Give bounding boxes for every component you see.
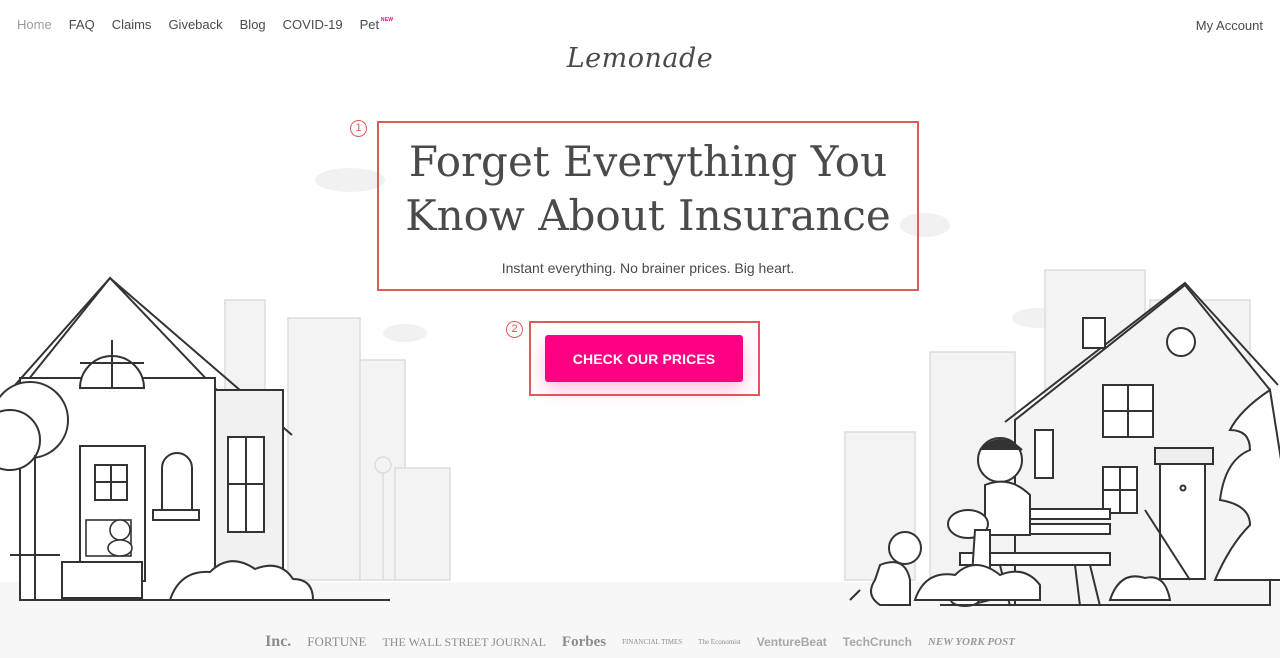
nav-giveback[interactable]: Giveback — [168, 18, 222, 32]
nav-home[interactable]: Home — [17, 18, 52, 32]
press-logo-nypost: NEW YORK POST — [927, 636, 1015, 648]
annotation-marker-1: 1 — [350, 120, 367, 137]
check-our-prices-button[interactable]: CHECK OUR PRICES — [545, 335, 743, 382]
press-logos: Inc. FORTUNE THE WALL STREET JOURNAL For… — [0, 633, 1280, 651]
lemonade-logo[interactable]: Lemonade — [0, 43, 1280, 74]
press-logo-inc: Inc. — [265, 633, 292, 650]
house-illustration — [0, 276, 315, 601]
nav-links: Home FAQ Claims Giveback Blog COVID-19 P… — [17, 17, 396, 32]
nav-pet-label: Pet — [359, 17, 380, 32]
annotation-marker-2: 2 — [506, 321, 523, 338]
press-logo-ft: FINANCIAL TIMES — [622, 637, 683, 646]
press-logo-economist: The Economist — [698, 637, 741, 646]
hero-title: Forget Everything You Know About Insuran… — [379, 135, 917, 243]
new-badge: NEW — [380, 17, 394, 23]
hero-subtitle: Instant everything. No brainer prices. B… — [501, 260, 795, 276]
cat-illustration — [85, 519, 133, 557]
nav-blog[interactable]: Blog — [240, 18, 266, 32]
cta-box: CHECK OUR PRICES — [529, 321, 760, 396]
nav-pet[interactable]: Pet NEW — [359, 17, 393, 32]
press-logo-wsj: THE WALL STREET JOURNAL — [382, 634, 546, 649]
my-account-link[interactable]: My Account — [1196, 18, 1263, 33]
press-logo-forbes: Forbes — [561, 633, 607, 650]
nav-covid[interactable]: COVID-19 — [283, 18, 343, 32]
hero-title-line-2: Know About Insurance — [405, 191, 891, 240]
press-logo-fortune: FORTUNE — [307, 634, 367, 649]
nav-claims[interactable]: Claims — [112, 18, 152, 32]
hero-heading-box: Forget Everything You Know About Insuran… — [377, 121, 919, 291]
press-logo-venturebeat: VentureBeat — [756, 635, 827, 649]
nav-faq[interactable]: FAQ — [69, 18, 95, 32]
press-logo-techcrunch: TechCrunch — [842, 635, 912, 649]
hero-title-line-1: Forget Everything You — [408, 137, 888, 186]
